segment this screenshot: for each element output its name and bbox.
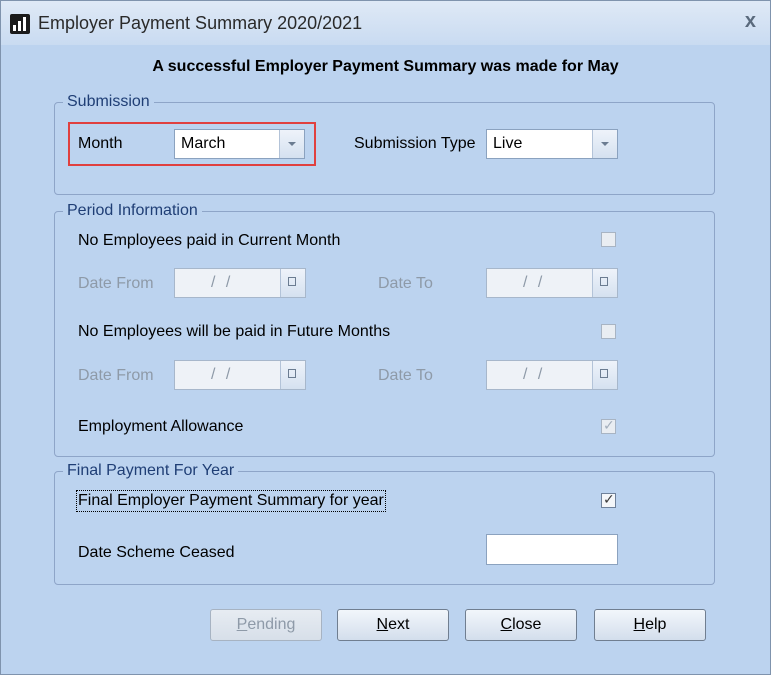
eps-dialog: Employer Payment Summary 2020/2021 x A s… [0, 0, 771, 675]
close-accel: C [500, 616, 513, 633]
date-to-value-1: / / [523, 274, 546, 291]
final-eps-checkbox[interactable] [601, 491, 616, 508]
calendar-icon[interactable] [280, 269, 305, 297]
date-scheme-ceased-input[interactable] [486, 534, 618, 565]
close-icon[interactable]: x [745, 10, 756, 33]
chevron-down-icon[interactable] [279, 130, 304, 158]
final-eps-label[interactable]: Final Employer Payment Summary for year [76, 490, 386, 512]
period-group-label: Period Information [63, 202, 202, 220]
next-accel: N [376, 616, 389, 633]
date-to-field-2[interactable]: / / [486, 360, 618, 390]
no-employees-future-checkbox[interactable] [601, 324, 616, 339]
next-button[interactable]: Next [337, 609, 449, 641]
title-bar[interactable]: Employer Payment Summary 2020/2021 x [1, 1, 770, 45]
calendar-icon[interactable] [280, 361, 305, 389]
close-button[interactable]: Close [465, 609, 577, 641]
date-to-field-1[interactable]: / / [486, 268, 618, 298]
help-accel: H [633, 616, 646, 633]
pending-button[interactable]: Pending [210, 609, 322, 641]
date-from-value-1: / / [211, 274, 234, 291]
date-to-label-1: Date To [378, 275, 433, 292]
no-employees-future-label: No Employees will be paid in Future Mont… [78, 323, 391, 340]
status-message: A successful Employer Payment Summary wa… [152, 58, 619, 75]
app-logo-icon [10, 14, 30, 34]
month-select[interactable]: March [174, 129, 305, 159]
window-title: Employer Payment Summary 2020/2021 [38, 13, 363, 33]
final-payment-group: Final Payment For Year [54, 462, 715, 585]
date-from-label-2: Date From [78, 367, 154, 384]
employment-allowance-label: Employment Allowance [78, 418, 244, 435]
submission-type-value: Live [493, 135, 523, 152]
employment-allowance-checkbox[interactable] [601, 417, 616, 434]
next-label: ext [388, 616, 410, 633]
date-from-field-2[interactable]: / / [174, 360, 306, 390]
month-label: Month [78, 135, 123, 152]
dialog-body: A successful Employer Payment Summary wa… [1, 45, 770, 674]
no-employees-current-checkbox[interactable] [601, 232, 616, 247]
calendar-icon[interactable] [592, 361, 617, 389]
month-select-value: March [181, 135, 226, 152]
final-payment-group-label: Final Payment For Year [63, 462, 239, 480]
help-label: elp [645, 616, 667, 633]
date-from-field-1[interactable]: / / [174, 268, 306, 298]
submission-type-select[interactable]: Live [486, 129, 618, 159]
date-to-label-2: Date To [378, 367, 433, 384]
date-scheme-ceased-label: Date Scheme Ceased [78, 544, 235, 561]
pending-label: ending [247, 616, 296, 633]
close-label: lose [512, 616, 542, 633]
submission-type-label: Submission Type [354, 135, 476, 152]
submission-group-label: Submission [63, 93, 154, 111]
date-from-label-1: Date From [78, 275, 154, 292]
help-button[interactable]: Help [594, 609, 706, 641]
chevron-down-icon[interactable] [592, 130, 617, 158]
date-from-value-2: / / [211, 366, 234, 383]
calendar-icon[interactable] [592, 269, 617, 297]
pending-accel: P [236, 616, 248, 633]
no-employees-current-label: No Employees paid in Current Month [78, 232, 341, 249]
date-to-value-2: / / [523, 366, 546, 383]
